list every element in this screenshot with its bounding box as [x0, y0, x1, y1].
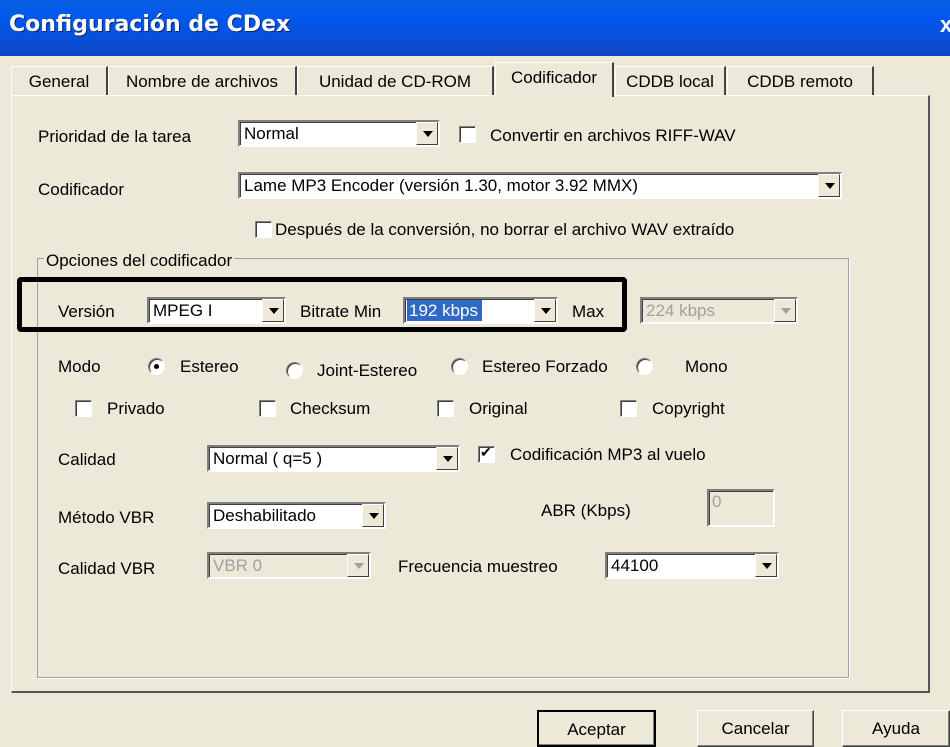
version-select[interactable]: MPEG I	[147, 297, 286, 324]
version-label: Versión	[58, 302, 115, 321]
chevron-down-icon[interactable]	[534, 299, 556, 322]
tab-unidad-cdrom[interactable]: Unidad de CD-ROM	[297, 66, 494, 96]
copyright-checkbox[interactable]	[620, 400, 637, 417]
max-value: 224 kbps	[646, 301, 715, 320]
private-checkbox[interactable]	[75, 400, 92, 417]
version-value: MPEG I	[153, 301, 213, 320]
tab-cddb-remoto[interactable]: CDDB remoto	[727, 66, 874, 96]
close-icon[interactable]: x	[940, 12, 950, 38]
ok-button[interactable]: Aceptar	[537, 710, 656, 747]
encoder-value: Lame MP3 Encoder (versión 1.30, motor 3.…	[244, 176, 638, 195]
mode-label: Modo	[58, 357, 101, 376]
tab-strip: General Nombre de archivos Unidad de CD-…	[0, 62, 950, 97]
chevron-down-icon[interactable]	[262, 299, 284, 322]
copyright-label: Copyright	[652, 399, 725, 418]
keep-wav-checkbox[interactable]	[255, 221, 272, 238]
mode-mono-label: Mono	[685, 357, 728, 376]
quality-label: Calidad	[58, 450, 116, 469]
riff-wav-label: Convertir en archivos RIFF-WAV	[490, 126, 736, 145]
checksum-label: Checksum	[290, 399, 371, 418]
chevron-down-icon[interactable]	[436, 447, 458, 470]
original-label: Original	[469, 399, 528, 418]
tab-general[interactable]: General	[11, 66, 108, 96]
vbr-method-select[interactable]: Deshabilitado	[207, 502, 386, 529]
original-checkbox[interactable]	[437, 400, 454, 417]
chevron-down-icon[interactable]	[416, 122, 438, 145]
vbr-quality-select[interactable]: VBR 0	[207, 552, 371, 579]
chevron-down-icon[interactable]	[818, 174, 840, 197]
priority-label: Prioridad de la tarea	[38, 127, 192, 146]
vbr-method-value: Deshabilitado	[213, 506, 317, 525]
priority-value: Normal	[244, 124, 299, 143]
quality-value: Normal ( q=5 )	[213, 449, 323, 468]
encoder-options-label: Opciones del codificador	[44, 251, 235, 271]
max-label: Max	[572, 302, 605, 321]
mode-stereo-label: Estereo	[180, 357, 239, 376]
help-button[interactable]: Ayuda	[842, 710, 950, 747]
tab-nombre-archivos[interactable]: Nombre de archivos	[108, 66, 297, 96]
priority-select[interactable]: Normal	[238, 120, 440, 147]
keep-wav-label: Después de la conversión, no borrar el a…	[275, 220, 735, 239]
quality-select[interactable]: Normal ( q=5 )	[207, 445, 460, 472]
bitrate-min-select[interactable]: 192 kbps	[403, 297, 558, 324]
freq-value: 44100	[611, 556, 659, 575]
abr-label: ABR (Kbps)	[541, 501, 631, 520]
onthefly-label: Codificación MP3 al vuelo	[510, 445, 706, 464]
chevron-down-icon[interactable]	[774, 299, 796, 322]
tab-codificador[interactable]: Codificador	[495, 62, 614, 97]
onthefly-checkbox[interactable]	[478, 444, 495, 463]
tab-cddb-local[interactable]: CDDB local	[615, 66, 726, 96]
encoder-select[interactable]: Lame MP3 Encoder (versión 1.30, motor 3.…	[238, 172, 842, 199]
freq-label: Frecuencia muestreo	[398, 557, 558, 576]
encoder-label: Codificador	[38, 180, 124, 199]
chevron-down-icon[interactable]	[755, 554, 777, 577]
abr-value: 0	[712, 492, 722, 511]
max-select[interactable]: 224 kbps	[640, 297, 798, 324]
mode-stereo-radio[interactable]	[148, 358, 165, 375]
abr-field[interactable]: 0	[707, 489, 775, 527]
vbr-quality-value: VBR 0	[213, 556, 263, 575]
riff-wav-checkbox[interactable]	[459, 126, 476, 143]
mode-joint-label: Joint-Estereo	[317, 361, 418, 380]
mode-forced-label: Estereo Forzado	[482, 357, 608, 376]
bitrate-min-label: Bitrate Min	[300, 302, 382, 321]
vbr-quality-label: Calidad VBR	[58, 559, 156, 578]
checksum-checkbox[interactable]	[259, 400, 276, 417]
chevron-down-icon[interactable]	[362, 504, 384, 527]
bitrate-min-value: 192 kbps	[407, 300, 482, 321]
mode-mono-radio[interactable]	[636, 358, 653, 375]
vbr-method-label: Método VBR	[58, 508, 155, 527]
private-label: Privado	[107, 399, 165, 418]
window-title: Configuración de CDex	[9, 12, 291, 37]
chevron-down-icon[interactable]	[347, 554, 369, 577]
mode-forced-radio[interactable]	[451, 358, 468, 375]
mode-joint-radio[interactable]	[286, 362, 303, 379]
freq-select[interactable]: 44100	[605, 552, 779, 579]
title-bar: Configuración de CDex x	[0, 0, 950, 56]
cancel-button[interactable]: Cancelar	[697, 710, 814, 747]
